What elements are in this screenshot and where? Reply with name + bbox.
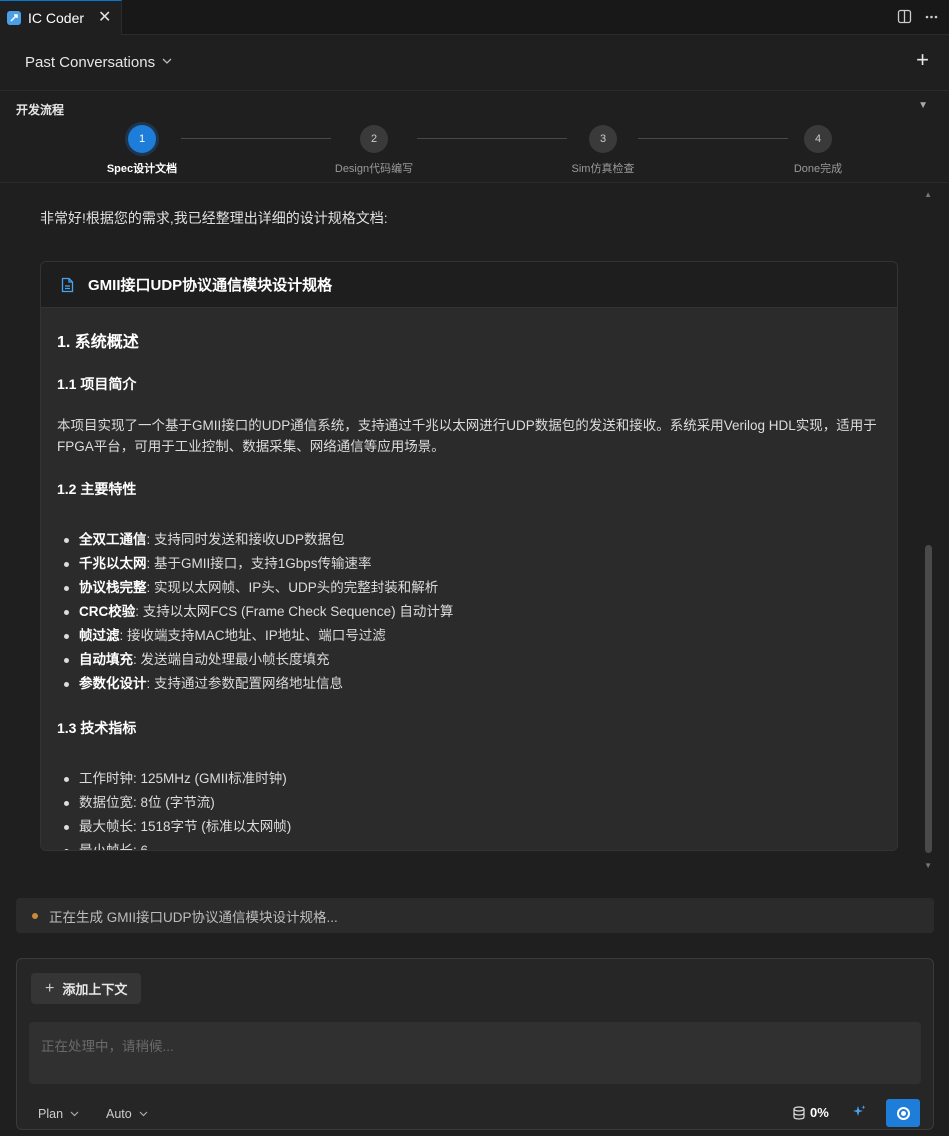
workflow-title: 开发流程 — [16, 103, 65, 117]
tab-ic-coder[interactable]: IC Coder ✕ — [0, 0, 122, 35]
chevron-down-icon — [162, 57, 172, 68]
list-item: 数据位宽: 8位 (字节流) — [57, 791, 881, 815]
chevron-down-icon — [139, 1111, 148, 1117]
list-item: 协议栈完整: 实现以太网帧、IP头、UDP头的完整封装和解析 — [57, 576, 881, 600]
list-item: 千兆以太网: 基于GMII接口，支持1Gbps传输速率 — [57, 552, 881, 576]
past-conversations-dropdown[interactable]: Past Conversations — [25, 54, 172, 71]
app-icon — [7, 11, 21, 25]
step-label: Sim仿真检查 — [571, 163, 635, 175]
new-chat-button[interactable]: + — [916, 49, 929, 71]
step-number: 1 — [128, 125, 156, 153]
stop-generation-button[interactable] — [886, 1099, 920, 1127]
list-item: 全双工通信: 支持同时发送和接收UDP数据包 — [57, 528, 881, 552]
stop-icon — [896, 1106, 910, 1120]
tab-bar: IC Coder ✕ — [0, 0, 949, 35]
scrollbar-thumb[interactable] — [925, 545, 932, 853]
step-number: 3 — [589, 125, 617, 153]
list-item: 最大帧长: 1518字节 (标准以太网帧) — [57, 815, 881, 839]
tab-actions — [897, 9, 939, 27]
document-body: 1. 系统概述 1.1 项目简介 本项目实现了一个基于GMII接口的UDP通信系… — [41, 308, 897, 850]
add-context-button[interactable]: + 添加上下文 — [31, 973, 142, 1004]
message-input[interactable]: 正在处理中，请稍候... — [29, 1022, 921, 1084]
subsection-heading: 1.1 项目简介 — [57, 376, 137, 392]
workflow-panel: 开发流程 ▼ 1 Spec设计文档 2 Design代码编写 3 Sim仿真检查… — [0, 91, 949, 183]
spec-list: 工作时钟: 125MHz (GMII标准时钟) 数据位宽: 8位 (字节流) 最… — [57, 759, 881, 850]
mode-label: Plan — [38, 1107, 64, 1121]
context-usage: 0% — [793, 1105, 829, 1120]
scroll-down-arrow-icon[interactable]: ▼ — [924, 861, 932, 870]
close-icon[interactable]: ✕ — [98, 10, 111, 26]
subsection-heading: 1.2 主要特性 — [57, 481, 137, 497]
list-item: 帧过滤: 接收端支持MAC地址、IP地址、端口号过滤 — [57, 624, 881, 648]
add-context-label: 添加上下文 — [62, 982, 128, 997]
section-heading: 1. 系统概述 — [57, 334, 139, 351]
assistant-message: 非常好!根据您的需求,我已经整理出详细的设计规格文档: — [40, 210, 388, 226]
document-title: GMII接口UDP协议通信模块设计规格 — [88, 277, 333, 294]
step-number: 2 — [360, 125, 388, 153]
list-item: 参数化设计: 支持通过参数配置网络地址信息 — [57, 672, 881, 696]
scroll-up-arrow-icon[interactable]: ▲ — [924, 190, 932, 199]
chat-messages[interactable]: 非常好!根据您的需求,我已经整理出详细的设计规格文档: GMII接口UDP协议通… — [0, 184, 949, 884]
document-icon — [61, 277, 74, 293]
list-item: 最小帧长: 6 — [57, 839, 881, 850]
step-label: Spec设计文档 — [106, 163, 178, 175]
mode-selector[interactable]: Plan — [38, 1107, 79, 1121]
model-selector[interactable]: Auto — [106, 1107, 148, 1121]
step-design[interactable]: 2 Design代码编写 — [314, 125, 434, 176]
paragraph: 本项目实现了一个基于GMII接口的UDP通信系统，支持通过千兆以太网进行UDP数… — [57, 418, 877, 454]
list-item: CRC校验: 支持以太网FCS (Frame Check Sequence) 自… — [57, 600, 881, 624]
database-icon — [793, 1105, 805, 1120]
step-label: Done完成 — [793, 163, 843, 175]
past-conversations-label: Past Conversations — [25, 54, 156, 71]
collapse-triangle-icon[interactable]: ▼ — [918, 100, 928, 111]
model-label: Auto — [106, 1107, 132, 1121]
plus-icon: + — [45, 979, 55, 997]
list-item: 自动填充: 发送端自动处理最小帧长度填充 — [57, 648, 881, 672]
step-connector — [181, 138, 331, 139]
list-item: 工作时钟: 125MHz (GMII标准时钟) — [57, 767, 881, 791]
status-text: 正在生成 GMII接口UDP协议通信模块设计规格... — [49, 909, 338, 925]
usage-value: 0% — [810, 1105, 829, 1120]
document-header: GMII接口UDP协议通信模块设计规格 — [41, 262, 897, 308]
feature-list: 全双工通信: 支持同时发送和接收UDP数据包 千兆以太网: 基于GMII接口，支… — [57, 520, 881, 696]
composer: + 添加上下文 正在处理中，请稍候... Plan Auto 0% — [16, 958, 934, 1130]
step-sim[interactable]: 3 Sim仿真检查 — [543, 125, 663, 176]
chevron-down-icon — [70, 1111, 79, 1117]
step-spec[interactable]: 1 Spec设计文档 — [82, 125, 202, 176]
tab-title: IC Coder — [28, 10, 85, 26]
spec-document-card: GMII接口UDP协议通信模块设计规格 1. 系统概述 1.1 项目简介 本项目… — [40, 261, 898, 851]
step-label: Design代码编写 — [334, 163, 414, 175]
more-actions-icon[interactable] — [924, 9, 939, 27]
step-number: 4 — [804, 125, 832, 153]
sparkle-icon[interactable] — [851, 1104, 867, 1124]
step-done[interactable]: 4 Done完成 — [758, 125, 878, 176]
generation-status: 正在生成 GMII接口UDP协议通信模块设计规格... — [16, 898, 934, 933]
status-dot-icon — [32, 912, 38, 919]
split-editor-icon[interactable] — [897, 9, 912, 27]
subsection-heading: 1.3 技术指标 — [57, 720, 137, 736]
chat-header: Past Conversations + — [0, 35, 949, 91]
